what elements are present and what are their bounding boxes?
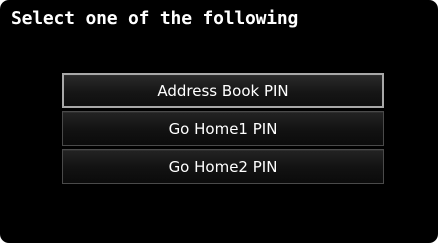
address-book-pin-button[interactable]: Address Book PIN — [62, 73, 384, 108]
screen-title: Select one of the following — [11, 8, 299, 29]
go-home1-pin-button[interactable]: Go Home1 PIN — [62, 111, 384, 146]
navigation-screen: Select one of the following Address Book… — [0, 0, 438, 243]
go-home2-pin-button[interactable]: Go Home2 PIN — [62, 149, 384, 184]
pin-option-menu: Address Book PIN Go Home1 PIN Go Home2 P… — [62, 73, 384, 187]
